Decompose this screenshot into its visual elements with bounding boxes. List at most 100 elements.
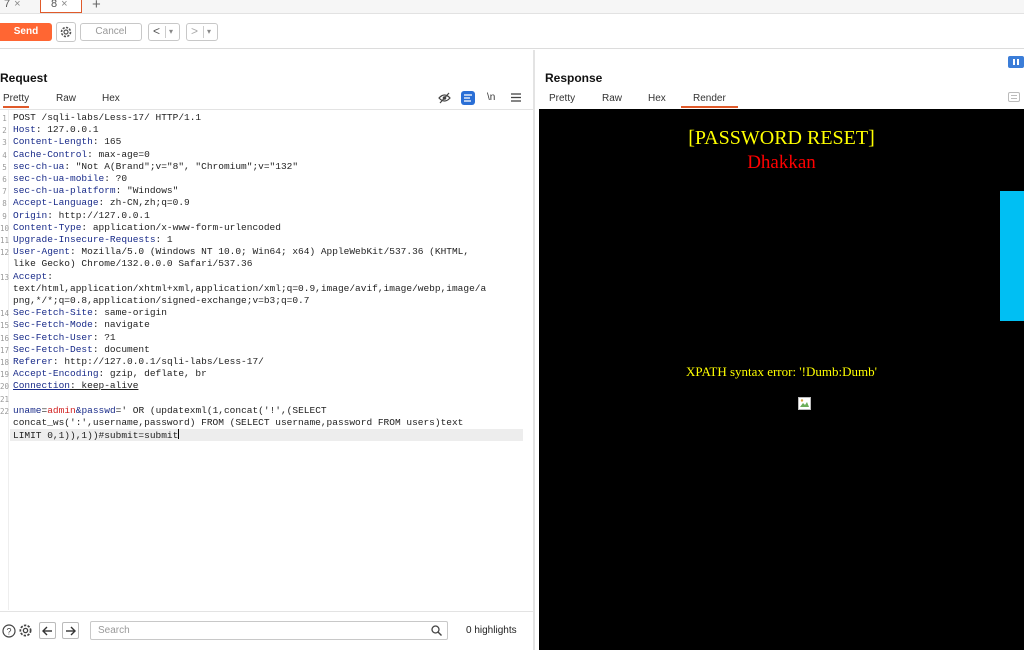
header-value: : ?0 bbox=[104, 173, 128, 184]
tab-raw[interactable]: Raw bbox=[602, 93, 622, 104]
code-line: Accept: bbox=[13, 271, 53, 283]
header-name: Connection bbox=[13, 380, 71, 392]
header-value: : 1 bbox=[155, 234, 173, 245]
body-line: concat_ws(':',username,password) FROM (S… bbox=[13, 417, 464, 428]
request-view-tabs: Pretty Raw Hex \n bbox=[0, 91, 533, 108]
search-input[interactable] bbox=[90, 621, 448, 640]
close-icon[interactable]: × bbox=[14, 0, 20, 10]
header-value: : navigate bbox=[92, 319, 150, 331]
layout-toggle-button[interactable] bbox=[1008, 56, 1024, 68]
header-name: Cache-Control bbox=[13, 148, 88, 160]
line-number: 5 bbox=[2, 162, 7, 172]
error-message: XPATH syntax error: '!Dumb:Dumb' bbox=[686, 364, 877, 379]
tab-hex[interactable]: Hex bbox=[102, 93, 120, 104]
header-name: Accept-Language bbox=[13, 197, 99, 209]
header-name: Accept bbox=[13, 270, 48, 282]
line-number: 3 bbox=[2, 138, 7, 148]
tab-label: 7 bbox=[4, 0, 11, 10]
header-value: : keep-alive bbox=[70, 380, 139, 392]
header-name: Sec-Fetch-User bbox=[13, 331, 93, 343]
forward-button[interactable]: > ▾ bbox=[186, 23, 218, 41]
search-icon[interactable] bbox=[431, 625, 442, 636]
svg-text:?: ? bbox=[6, 626, 11, 636]
line-number: 20 bbox=[0, 382, 10, 392]
tab-label: 8 bbox=[51, 0, 58, 10]
previous-match-button[interactable] bbox=[39, 622, 56, 639]
help-button[interactable]: ? bbox=[0, 622, 17, 639]
hide-icon[interactable] bbox=[438, 92, 451, 104]
code-line: Host: 127.0.0.1 bbox=[13, 124, 99, 136]
request-editor[interactable]: 1 2 3 4 5 6 7 8 9 10 11 12 13 14 15 16 17 18 19 20 21 22 POST… bbox=[0, 109, 533, 610]
pretty-print-icon[interactable] bbox=[461, 91, 475, 105]
param-value: ' OR (updatexml(1,concat('!',(SELECT bbox=[121, 404, 327, 416]
tab-raw[interactable]: Raw bbox=[56, 93, 76, 104]
search-settings-button[interactable] bbox=[17, 622, 34, 639]
body-text: LIMIT 0,1)),1))#submit=submit bbox=[13, 430, 179, 442]
response-view-tabs: Pretty Raw Hex Render bbox=[535, 91, 1024, 108]
newline-toggle[interactable]: \n bbox=[487, 92, 495, 103]
chevron-down-icon[interactable]: ▾ bbox=[207, 24, 211, 39]
back-button[interactable]: < ▾ bbox=[148, 23, 180, 41]
tab-pretty[interactable]: Pretty bbox=[549, 93, 575, 104]
header-value: : 165 bbox=[92, 136, 122, 148]
new-tab-button[interactable]: + bbox=[92, 0, 101, 13]
code-line: Sec-Fetch-Site: same-origin bbox=[13, 307, 167, 319]
header-name: sec-ch-ua-platform bbox=[13, 185, 116, 197]
code-line: Connection: keep-alive bbox=[13, 380, 138, 392]
tab-pretty[interactable]: Pretty bbox=[3, 93, 30, 108]
header-name: User-Agent bbox=[13, 246, 71, 258]
render-heading: [PASSWORD RESET] bbox=[688, 127, 875, 149]
header-value: : "Not A(Brand";v="8", "Chromium";v="132… bbox=[64, 160, 299, 172]
back-icon: < bbox=[153, 24, 161, 38]
code-line: png,*/*;q=0.8,application/signed-exchang… bbox=[13, 295, 309, 307]
settings-button[interactable] bbox=[56, 22, 76, 42]
cancel-button[interactable]: Cancel bbox=[80, 23, 142, 41]
code-line: Content-Type: application/x-www-form-url… bbox=[13, 222, 281, 234]
line-number: 15 bbox=[0, 321, 10, 331]
header-name: Host bbox=[13, 124, 36, 136]
line-number: 19 bbox=[0, 370, 10, 380]
code-line: Sec-Fetch-Mode: navigate bbox=[13, 319, 150, 331]
header-name: Accept-Encoding bbox=[13, 368, 99, 380]
code-line: like Gecko) Chrome/132.0.0.0 Safari/537.… bbox=[13, 258, 252, 270]
menu-icon[interactable] bbox=[511, 93, 521, 102]
line-number: 9 bbox=[2, 211, 7, 221]
gear-icon bbox=[19, 624, 32, 637]
header-value: : gzip, deflate, br bbox=[98, 368, 207, 380]
tab-8[interactable]: 8 × bbox=[40, 0, 82, 13]
code-line: Accept-Language: zh-CN,zh;q=0.9 bbox=[13, 197, 190, 209]
code-line: Accept-Encoding: gzip, deflate, br bbox=[13, 368, 207, 380]
request-title: Request bbox=[0, 71, 48, 85]
columns-icon bbox=[1013, 59, 1019, 65]
header-value: : Mozilla/5.0 (Windows NT 10.0; Win64; x… bbox=[70, 246, 470, 258]
divider bbox=[165, 26, 166, 38]
arrow-left-icon bbox=[42, 626, 52, 635]
chevron-down-icon[interactable]: ▾ bbox=[169, 24, 173, 39]
broken-image-icon bbox=[798, 397, 811, 410]
line-number: 21 bbox=[0, 394, 10, 404]
code-line: Upgrade-Insecure-Requests: 1 bbox=[13, 234, 173, 246]
response-pane: Response Pretty Raw Hex Render [PASSWORD… bbox=[535, 50, 1024, 650]
code-line: sec-ch-ua-platform: "Windows" bbox=[13, 185, 178, 197]
code-line: Cache-Control: max-age=0 bbox=[13, 149, 150, 161]
header-name: Content-Length bbox=[13, 136, 93, 148]
line-number: 16 bbox=[0, 333, 10, 343]
header-name: Upgrade-Insecure-Requests bbox=[13, 234, 156, 245]
tab-render[interactable]: Render bbox=[681, 93, 738, 108]
search-bar: ? 0 highlights bbox=[0, 611, 533, 649]
next-match-button[interactable] bbox=[62, 622, 79, 639]
tab-7[interactable]: 7 × bbox=[0, 0, 30, 13]
line-number: 10 bbox=[0, 223, 10, 233]
toolbar: Send Cancel < ▾ > ▾ bbox=[0, 15, 1024, 49]
header-name: Origin bbox=[13, 209, 48, 221]
header-value: : same-origin bbox=[92, 307, 167, 319]
code-line: User-Agent: Mozilla/5.0 (Windows NT 10.0… bbox=[13, 246, 469, 258]
send-button[interactable]: Send bbox=[0, 23, 52, 41]
header-name: Sec-Fetch-Mode bbox=[13, 319, 93, 331]
response-menu-icon[interactable] bbox=[1008, 92, 1020, 102]
line-number: 7 bbox=[2, 187, 7, 197]
tab-hex[interactable]: Hex bbox=[648, 93, 666, 104]
header-value: : http://127.0.0.1/sqli-labs/Less-17/ bbox=[52, 356, 264, 367]
code-line: Sec-Fetch-User: ?1 bbox=[13, 332, 116, 344]
close-icon[interactable]: × bbox=[61, 0, 67, 10]
